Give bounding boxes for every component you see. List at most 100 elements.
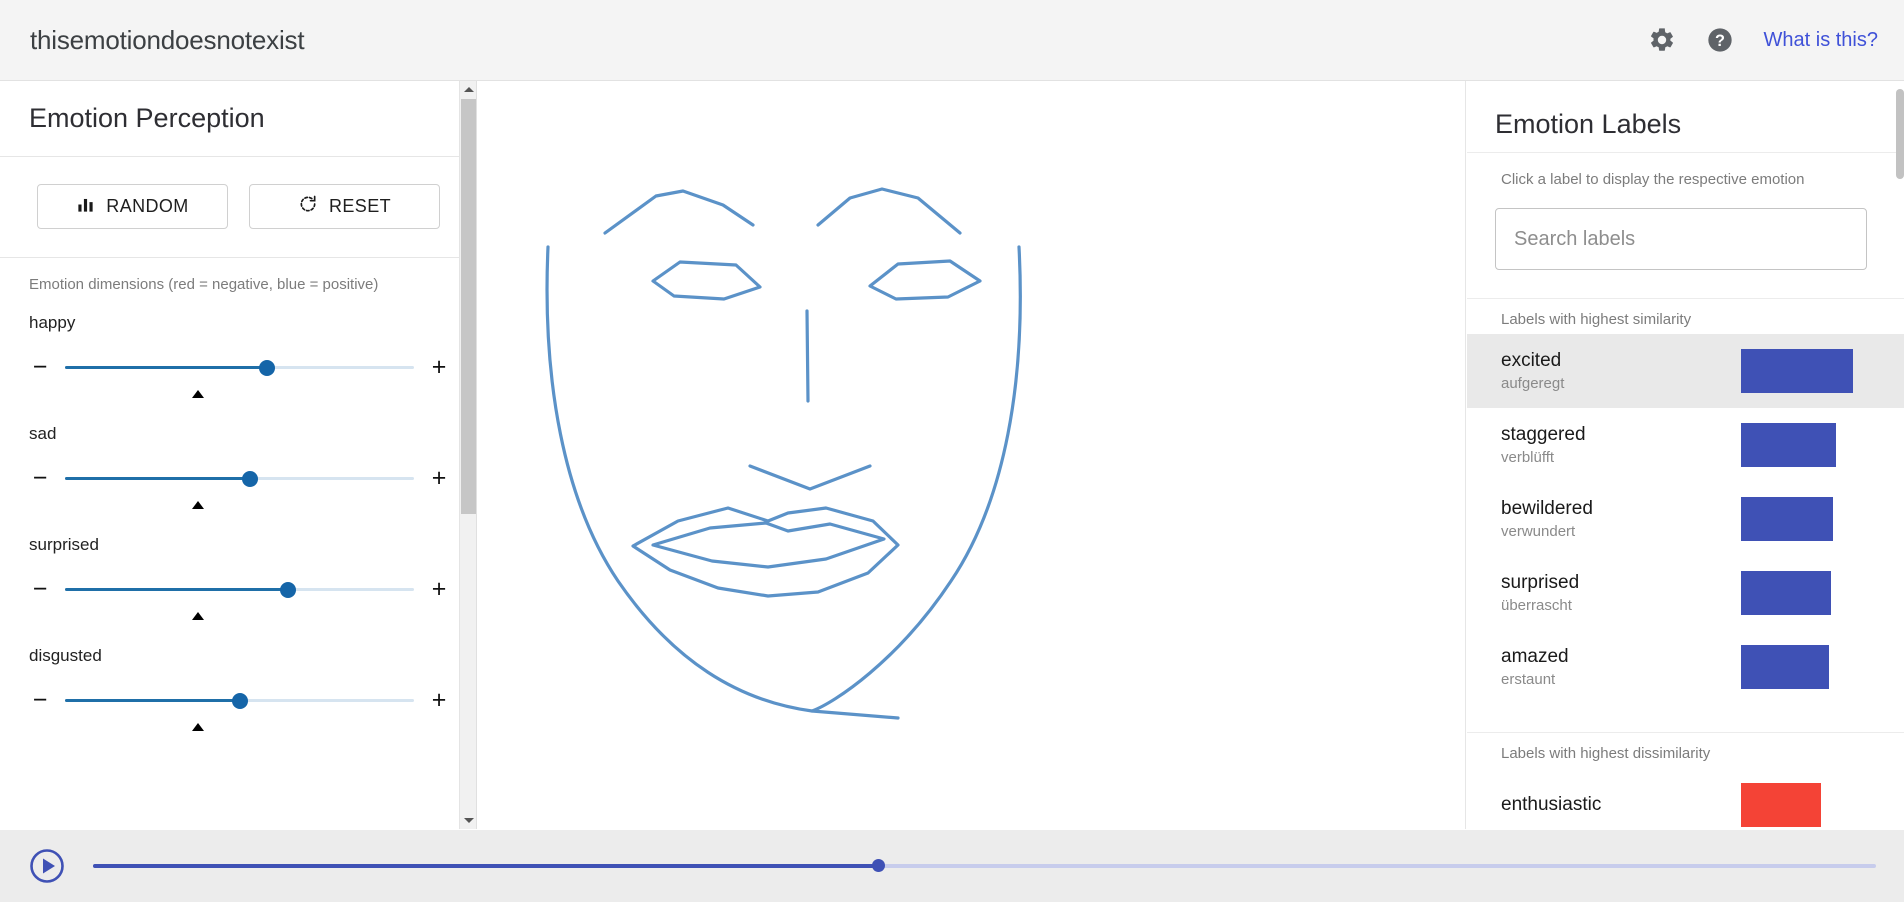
label-similarity-bar	[1741, 783, 1821, 827]
action-button-row: RANDOM RESET	[0, 157, 476, 229]
label-similarity-bar	[1741, 423, 1836, 467]
slider-increment-sad[interactable]: +	[428, 466, 450, 491]
similar-labels-list: excited aufgeregt staggered verblüfft bewild…	[1467, 334, 1904, 704]
label-name-en: excited	[1501, 350, 1562, 371]
slider-block-disgusted: disgusted − +	[0, 626, 476, 737]
play-circle-icon[interactable]	[29, 848, 65, 884]
slider-block-sad: sad − +	[0, 404, 476, 515]
slider-decrement-disgusted[interactable]: −	[29, 688, 51, 713]
slider-label-happy: happy	[29, 313, 76, 332]
left-panel-header: Emotion Perception	[0, 81, 476, 157]
dimensions-caption: Emotion dimensions (red = negative, blue…	[29, 276, 379, 293]
slider-tick-row-sad	[29, 491, 476, 515]
label-name-de: erstaunt	[1501, 671, 1556, 688]
slider-increment-surprised[interactable]: +	[428, 577, 450, 602]
label-name-de: aufgeregt	[1501, 375, 1565, 392]
slider-decrement-surprised[interactable]: −	[29, 577, 51, 602]
slider-thumb-sad[interactable]	[241, 470, 258, 487]
slider-track-fill	[65, 698, 240, 702]
slider-block-happy: happy − +	[0, 293, 476, 404]
slider-row-disgusted: − +	[29, 688, 476, 713]
label-item[interactable]: staggered verblüfft	[1467, 408, 1904, 482]
slider-track-sad[interactable]	[65, 468, 414, 490]
label-name-en: enthusiastic	[1501, 794, 1602, 815]
label-name-de: überrascht	[1501, 597, 1572, 614]
slider-tick-marker-happy	[191, 390, 204, 398]
label-text-group: excited aufgeregt	[1501, 350, 1564, 392]
search-wrapper	[1467, 188, 1904, 270]
slider-label-surprised: surprised	[29, 535, 99, 554]
what-is-this-link[interactable]: What is this?	[1764, 29, 1878, 52]
gear-icon[interactable]	[1648, 26, 1676, 54]
slider-row-happy: − +	[29, 355, 476, 380]
left-panel-scroll-area: Emotion Perception RANDOM RESET Emotion …	[0, 81, 476, 829]
timeline-thumb[interactable]	[871, 859, 885, 872]
label-similarity-bar	[1741, 349, 1853, 393]
top-app-bar: thisemotiondoesnotexist ? What is this?	[0, 0, 1904, 81]
slider-track-happy[interactable]	[65, 357, 414, 379]
playback-bar	[0, 830, 1904, 902]
sliders-container: happy − + sad − + surprised − + disgusted − +	[0, 293, 476, 737]
label-text-group: bewildered verwundert	[1501, 498, 1593, 540]
slider-tick-row-surprised	[29, 602, 476, 626]
slider-label-disgusted: disgusted	[29, 646, 102, 665]
label-item[interactable]: bewildered verwundert	[1467, 482, 1904, 556]
app-title: thisemotiondoesnotexist	[30, 24, 305, 55]
label-similarity-bar	[1741, 645, 1829, 689]
slider-decrement-sad[interactable]: −	[29, 466, 51, 491]
left-panel-scrollbar[interactable]	[459, 81, 476, 829]
slider-track-fill	[65, 365, 268, 369]
slider-label-sad: sad	[29, 424, 57, 443]
rotate-ccw-icon	[298, 194, 318, 219]
right-scrollbar-thumb[interactable]	[1896, 89, 1904, 179]
slider-tick-row-disgusted	[29, 713, 476, 737]
slider-tick-row-happy	[29, 380, 476, 404]
label-similarity-bar	[1741, 571, 1831, 615]
reset-button-label: RESET	[328, 196, 391, 216]
right-panel-scrollbar[interactable]	[1896, 81, 1904, 829]
label-item[interactable]: excited aufgeregt	[1467, 334, 1904, 408]
label-text-group: surprised überrascht	[1501, 572, 1579, 614]
svg-text:?: ?	[1715, 32, 1725, 50]
label-name-en: bewildered	[1501, 498, 1593, 519]
timeline-slider[interactable]	[93, 856, 1876, 876]
right-panel-header: Emotion Labels	[1467, 81, 1904, 153]
face-canvas-panel	[478, 81, 1466, 829]
scroll-down-arrow-icon[interactable]	[460, 812, 476, 829]
slider-tick-marker-surprised	[191, 612, 204, 620]
slider-thumb-surprised[interactable]	[280, 581, 297, 598]
label-similarity-bar	[1741, 497, 1833, 541]
slider-block-surprised: surprised − +	[0, 515, 476, 626]
top-bar-actions: ? What is this?	[1648, 26, 1878, 54]
slider-thumb-happy[interactable]	[259, 359, 276, 376]
labels-hint: Click a label to display the respective …	[1501, 171, 1805, 188]
left-scrollbar-thumb[interactable]	[461, 99, 476, 514]
search-input[interactable]	[1495, 208, 1867, 270]
slider-decrement-happy[interactable]: −	[29, 355, 51, 380]
emotion-face-drawing	[545, 187, 1022, 720]
left-panel-title: Emotion Perception	[29, 103, 265, 133]
help-circle-icon[interactable]: ?	[1706, 26, 1734, 54]
label-item[interactable]: amazed erstaunt	[1467, 630, 1904, 704]
slider-track-surprised[interactable]	[65, 579, 414, 601]
slider-tick-marker-disgusted	[191, 723, 204, 731]
label-name-de: verblüfft	[1501, 449, 1555, 466]
dissimilar-labels-list: enthusiastic	[1467, 768, 1904, 829]
slider-increment-disgusted[interactable]: +	[428, 688, 450, 713]
bar-chart-icon	[76, 195, 95, 219]
emotion-labels-panel: Emotion Labels Click a label to display …	[1467, 81, 1904, 829]
slider-thumb-disgusted[interactable]	[231, 692, 248, 709]
emotion-perception-panel: Emotion Perception RANDOM RESET Emotion …	[0, 81, 477, 829]
slider-track-disgusted[interactable]	[65, 690, 414, 712]
slider-row-sad: − +	[29, 466, 476, 491]
slider-tick-marker-sad	[191, 501, 204, 509]
random-button[interactable]: RANDOM	[37, 184, 228, 229]
label-item[interactable]: surprised überrascht	[1467, 556, 1904, 630]
reset-button[interactable]: RESET	[249, 184, 440, 229]
label-text-group: amazed erstaunt	[1501, 646, 1569, 688]
label-item[interactable]: enthusiastic	[1467, 768, 1904, 829]
slider-increment-happy[interactable]: +	[428, 355, 450, 380]
label-name-en: staggered	[1501, 424, 1586, 445]
scroll-up-arrow-icon[interactable]	[460, 81, 476, 98]
similar-section-caption: Labels with highest similarity	[1501, 311, 1692, 328]
